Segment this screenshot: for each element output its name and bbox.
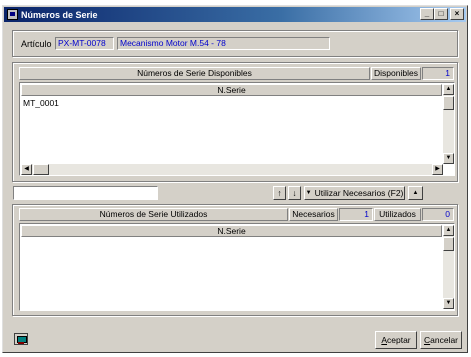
article-label: Artículo bbox=[21, 39, 52, 49]
available-title: Números de Serie Disponibles bbox=[19, 67, 370, 80]
title-bar[interactable]: Números de Serie _ □ × bbox=[4, 7, 466, 22]
accept-button[interactable]: Aceptar bbox=[375, 331, 417, 349]
dialog-window: Números de Serie _ □ × Artículo PX-MT-00… bbox=[2, 5, 468, 353]
window-title: Números de Serie bbox=[21, 9, 98, 20]
maximize-button[interactable]: □ bbox=[434, 8, 448, 20]
app-icon bbox=[7, 9, 18, 20]
scroll-down-button[interactable]: ▼ bbox=[443, 153, 454, 164]
minimize-button[interactable]: _ bbox=[420, 8, 434, 20]
window-buttons: _ □ × bbox=[420, 8, 464, 20]
tool-icon[interactable] bbox=[14, 333, 28, 345]
serial-search-input[interactable] bbox=[13, 186, 158, 200]
use-needed-arrow-icon: ▼ bbox=[305, 190, 312, 196]
cancel-button[interactable]: Cancelar bbox=[420, 331, 462, 349]
needed-label: Necesarios bbox=[289, 208, 338, 221]
used-scroll-thumb[interactable] bbox=[443, 237, 454, 251]
accept-label: ceptar bbox=[387, 335, 411, 345]
article-description-field: Mecanismo Motor M.54 - 78 bbox=[117, 37, 330, 50]
collapse-button[interactable]: ▲ bbox=[408, 186, 423, 200]
available-vscroll[interactable]: ▲ ▼ bbox=[443, 84, 454, 164]
used-vscroll[interactable]: ▲ ▼ bbox=[443, 225, 454, 309]
used-column-header[interactable]: N.Serie bbox=[21, 225, 442, 237]
use-needed-label: Utilizar Necesarios (F2) bbox=[314, 188, 404, 198]
close-button[interactable]: × bbox=[450, 8, 464, 20]
scroll-left-button[interactable]: ◀ bbox=[21, 164, 32, 175]
available-count-value: 1 bbox=[422, 67, 454, 80]
available-count-label: Disponibles bbox=[371, 67, 421, 80]
use-needed-button[interactable]: ▼ Utilizar Necesarios (F2) bbox=[304, 186, 405, 200]
used-label: Utilizados bbox=[374, 208, 421, 221]
scroll-right-button[interactable]: ▶ bbox=[432, 164, 443, 175]
available-row-1[interactable]: MT_0001 bbox=[23, 98, 59, 108]
available-column-header[interactable]: N.Serie bbox=[21, 84, 442, 96]
used-scroll-down-button[interactable]: ▼ bbox=[443, 298, 454, 309]
used-scroll-up-button[interactable]: ▲ bbox=[443, 225, 454, 236]
available-hscroll[interactable]: ◀ ▶ bbox=[21, 164, 443, 175]
used-value: 0 bbox=[422, 208, 454, 221]
scroll-thumb[interactable] bbox=[443, 96, 454, 110]
used-grid[interactable]: N.Serie ▲ ▼ bbox=[19, 223, 455, 311]
scroll-up-button[interactable]: ▲ bbox=[443, 84, 454, 95]
hscroll-thumb[interactable] bbox=[33, 164, 49, 175]
used-title: Números de Serie Utilizados bbox=[19, 208, 288, 221]
move-up-button[interactable]: ↑ bbox=[273, 186, 286, 200]
cancel-label: ancelar bbox=[430, 335, 459, 345]
available-grid[interactable]: N.Serie MT_0001 ▲ ▼ ◀ ▶ bbox=[19, 82, 455, 176]
article-code-field: PX-MT-0078 bbox=[55, 37, 114, 50]
move-down-button[interactable]: ↓ bbox=[288, 186, 301, 200]
needed-value: 1 bbox=[339, 208, 373, 221]
